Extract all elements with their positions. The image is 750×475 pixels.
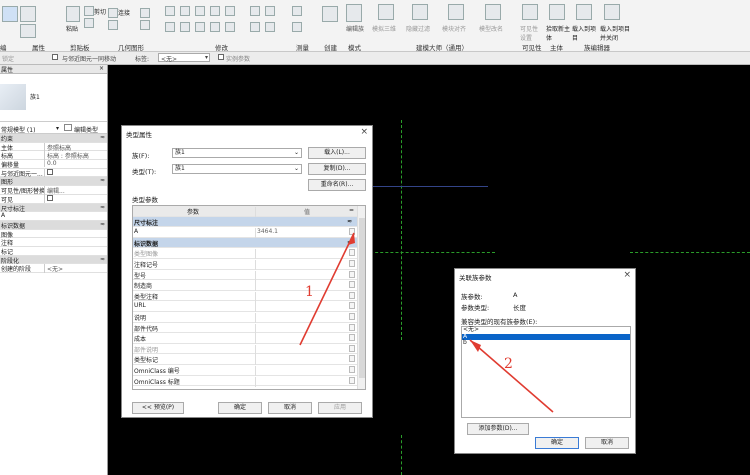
- annotation-arrows: [299, 232, 554, 413]
- annotation-arrow-2: [469, 339, 554, 413]
- annotation-number-2: 2: [504, 356, 513, 372]
- arrowhead-2-icon: [470, 340, 481, 352]
- arrowhead-1-icon: [348, 233, 355, 245]
- annotation-number-1: 1: [305, 284, 314, 300]
